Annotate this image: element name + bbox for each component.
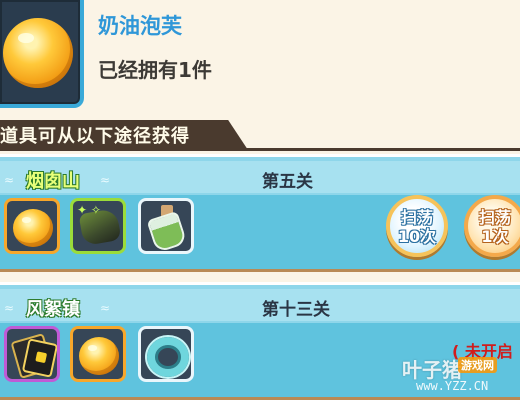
cream-puff-icon: [79, 337, 119, 375]
cream-puff-icon: [13, 209, 53, 247]
cream-puff-icon: [3, 18, 73, 88]
drop-slot[interactable]: ✦ ✧: [70, 198, 126, 254]
watermark-logo: 叶子猪 游戏网 www.YZZ.CN: [402, 354, 520, 400]
item-owned-count: 已经拥有1件: [98, 58, 212, 82]
sweep-10-button[interactable]: 扫荡 10次: [386, 195, 448, 257]
wind-deco-icon: ≈: [100, 173, 111, 187]
wind-deco-icon: ≈: [4, 173, 15, 187]
stage-drops: ✦ ✧ 扫荡 10次 扫荡 1次: [0, 195, 520, 269]
item-name: 奶油泡芙: [98, 14, 182, 38]
sparkle-icon: ✦ ✧: [77, 203, 101, 217]
stage-name: 烟囱山: [26, 171, 80, 192]
source-title: 道具可从以下途径获得: [0, 126, 190, 147]
stage-header: ≈ 风絮镇 ≈ 第十三关: [0, 289, 520, 321]
stage-name: 风絮镇: [26, 299, 80, 320]
stage-level: 第十三关: [262, 300, 330, 320]
item-header: 奶油泡芙 已经拥有1件: [0, 0, 520, 118]
wind-deco-icon: ≈: [100, 301, 111, 315]
divider: [0, 148, 520, 151]
drop-slot[interactable]: [4, 198, 60, 254]
ring-icon: [147, 337, 189, 377]
watermark-url: www.YZZ.CN: [416, 379, 489, 393]
drop-slot[interactable]: [138, 198, 194, 254]
watermark-tag: 游戏网: [458, 357, 497, 373]
stage-level: 第五关: [262, 172, 313, 192]
drop-slot[interactable]: [70, 326, 126, 382]
source-banner: 道具可从以下途径获得: [0, 120, 248, 150]
drop-slot[interactable]: [138, 326, 194, 382]
item-icon-frame: [0, 0, 84, 108]
stage-header: ≈ 烟囱山 ≈ 第五关: [0, 161, 520, 193]
wind-deco-icon: ≈: [4, 301, 15, 315]
sweep-1-button[interactable]: 扫荡 1次: [464, 195, 520, 257]
drop-slot[interactable]: [4, 326, 60, 382]
stage-card: ≈ 烟囱山 ≈ 第五关 ✦ ✧ 扫荡 10次 扫荡 1次: [0, 154, 520, 272]
